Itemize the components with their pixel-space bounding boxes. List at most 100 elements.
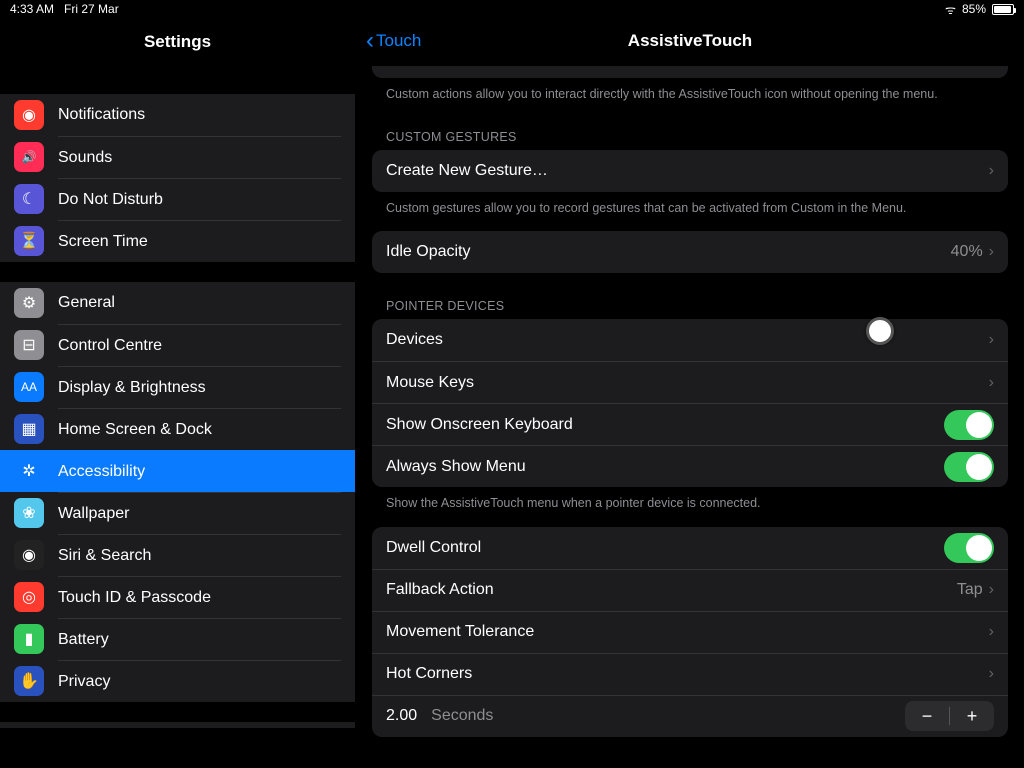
idle-opacity-row[interactable]: Idle Opacity 40% › [372,231,1008,273]
sidebar-item-wallpaper[interactable]: ❀ Wallpaper [0,492,355,534]
sidebar-item-notifications-icon: ◉ [14,100,44,130]
create-gesture-label: Create New Gesture… [386,162,989,180]
sidebar-item-screentime-icon: ⏳ [14,226,44,256]
sidebar-item-screentime[interactable]: ⏳ Screen Time [0,220,355,262]
sidebar-item-touchid-icon: ◎ [14,582,44,612]
custom-actions-footer: Custom actions allow you to interact dir… [372,78,1008,104]
onscreen-keyboard-toggle[interactable] [944,410,994,440]
dwell-seconds-unit: Seconds [431,707,891,725]
sidebar-item-privacy[interactable]: ✋ Privacy [0,660,355,702]
always-show-menu-row: Always Show Menu [372,445,1008,487]
assistive-touch-cursor[interactable] [866,317,894,345]
dwell-seconds-value: 2.00 [386,707,417,725]
onscreen-keyboard-label: Show Onscreen Keyboard [386,416,944,434]
sidebar-item-label: Notifications [58,106,145,124]
wifi-icon: ᯤ [945,1,956,18]
sidebar-item-label: Privacy [58,673,110,691]
chevron-right-icon: › [989,374,994,392]
dwell-control-label: Dwell Control [386,539,944,557]
nav-back-label: Touch [376,31,421,51]
sidebar-item-controlcentre-icon: ⊟ [14,330,44,360]
sidebar-item-accessibility[interactable]: ✲ Accessibility [0,450,355,492]
sidebar-item-siri[interactable]: ◉ Siri & Search [0,534,355,576]
hot-corners-row[interactable]: Hot Corners › [372,653,1008,695]
sidebar-item-notifications[interactable]: ◉ Notifications [0,94,355,136]
sidebar-item-controlcentre[interactable]: ⊟ Control Centre [0,324,355,366]
idle-opacity-value: 40% [951,243,983,261]
stepper-plus-button[interactable]: + [950,701,994,731]
chevron-right-icon: › [989,623,994,641]
stepper-minus-button[interactable]: − [905,701,949,731]
sidebar-item-label: Siri & Search [58,547,151,565]
sidebar-title: Settings [0,18,355,64]
status-time: 4:33 AM [10,2,54,16]
dwell-seconds-stepper[interactable]: − + [905,701,994,731]
status-bar: 4:33 AM Fri 27 Mar ᯤ 85% [0,0,1024,18]
status-date: Fri 27 Mar [64,2,119,16]
sidebar-item-display[interactable]: AA Display & Brightness [0,366,355,408]
sidebar-item-label: Home Screen & Dock [58,421,212,439]
dwell-seconds-row: 2.00 Seconds − + [372,695,1008,737]
devices-row[interactable]: Devices › [372,319,1008,361]
sidebar-item-label: Accessibility [58,463,145,481]
sidebar-item-display-icon: AA [14,372,44,402]
pointer-footer: Show the AssistiveTouch menu when a poin… [372,487,1008,513]
always-show-menu-label: Always Show Menu [386,458,944,476]
sidebar: Settings ◉ Notifications 🔊 Sounds ☾ Do Not Di… [0,18,356,768]
sidebar-item-wallpaper-icon: ❀ [14,498,44,528]
sidebar-item-label: Display & Brightness [58,379,206,397]
sidebar-item-label: Battery [58,631,109,649]
idle-opacity-label: Idle Opacity [386,243,951,261]
chevron-right-icon: › [989,331,994,349]
hot-corners-label: Hot Corners [386,665,989,683]
dwell-control-row: Dwell Control [372,527,1008,569]
devices-label: Devices [386,331,989,349]
sidebar-item-siri-icon: ◉ [14,540,44,570]
nav-back-button[interactable]: ‹ Touch [366,27,421,55]
main-panel: ‹ Touch AssistiveTouch Custom actions al… [356,18,1024,768]
sidebar-item-sounds-icon: 🔊 [14,142,44,172]
sidebar-item-dnd[interactable]: ☾ Do Not Disturb [0,178,355,220]
sidebar-item-privacy-icon: ✋ [14,666,44,696]
custom-gestures-header: CUSTOM GESTURES [372,104,1008,150]
sidebar-item-battery[interactable]: ▮ Battery [0,618,355,660]
chevron-right-icon: › [989,162,994,180]
sidebar-item-label: Screen Time [58,233,148,251]
dwell-control-toggle[interactable] [944,533,994,563]
sidebar-item-battery-icon: ▮ [14,624,44,654]
movement-tolerance-row[interactable]: Movement Tolerance › [372,611,1008,653]
onscreen-keyboard-row: Show Onscreen Keyboard [372,403,1008,445]
fallback-action-label: Fallback Action [386,581,957,599]
sidebar-item-accessibility-icon: ✲ [14,456,44,486]
chevron-right-icon: › [989,243,994,261]
group-fragment [372,66,1008,78]
chevron-right-icon: › [989,665,994,683]
gestures-footer: Custom gestures allow you to record gest… [372,192,1008,218]
mouse-keys-label: Mouse Keys [386,374,989,392]
sidebar-item-label: Wallpaper [58,505,129,523]
sidebar-item-label: Do Not Disturb [58,191,163,209]
chevron-left-icon: ‹ [366,27,374,55]
create-new-gesture-row[interactable]: Create New Gesture… › [372,150,1008,192]
always-show-menu-toggle[interactable] [944,452,994,482]
fallback-action-value: Tap [957,581,983,599]
pointer-devices-header: POINTER DEVICES [372,273,1008,319]
sidebar-item-dnd-icon: ☾ [14,184,44,214]
sidebar-item-label: Control Centre [58,337,162,355]
sidebar-item-touchid[interactable]: ◎ Touch ID & Passcode [0,576,355,618]
fallback-action-row[interactable]: Fallback Action Tap › [372,569,1008,611]
battery-percent: 85% [962,2,986,16]
mouse-keys-row[interactable]: Mouse Keys › [372,361,1008,403]
sidebar-item-general[interactable]: ⚙General [0,282,355,324]
movement-tolerance-label: Movement Tolerance [386,623,989,641]
sidebar-item-homescreen[interactable]: ▦ Home Screen & Dock [0,408,355,450]
nav-bar: ‹ Touch AssistiveTouch [356,18,1024,64]
page-title: AssistiveTouch [628,31,752,51]
sidebar-item-homescreen-icon: ▦ [14,414,44,444]
sidebar-item-sounds[interactable]: 🔊 Sounds [0,136,355,178]
chevron-right-icon: › [989,581,994,599]
sidebar-item-label: Touch ID & Passcode [58,589,211,607]
battery-icon [992,4,1014,15]
sidebar-item-label: Sounds [58,149,112,167]
sidebar-item-general-icon: ⚙ [14,288,44,318]
